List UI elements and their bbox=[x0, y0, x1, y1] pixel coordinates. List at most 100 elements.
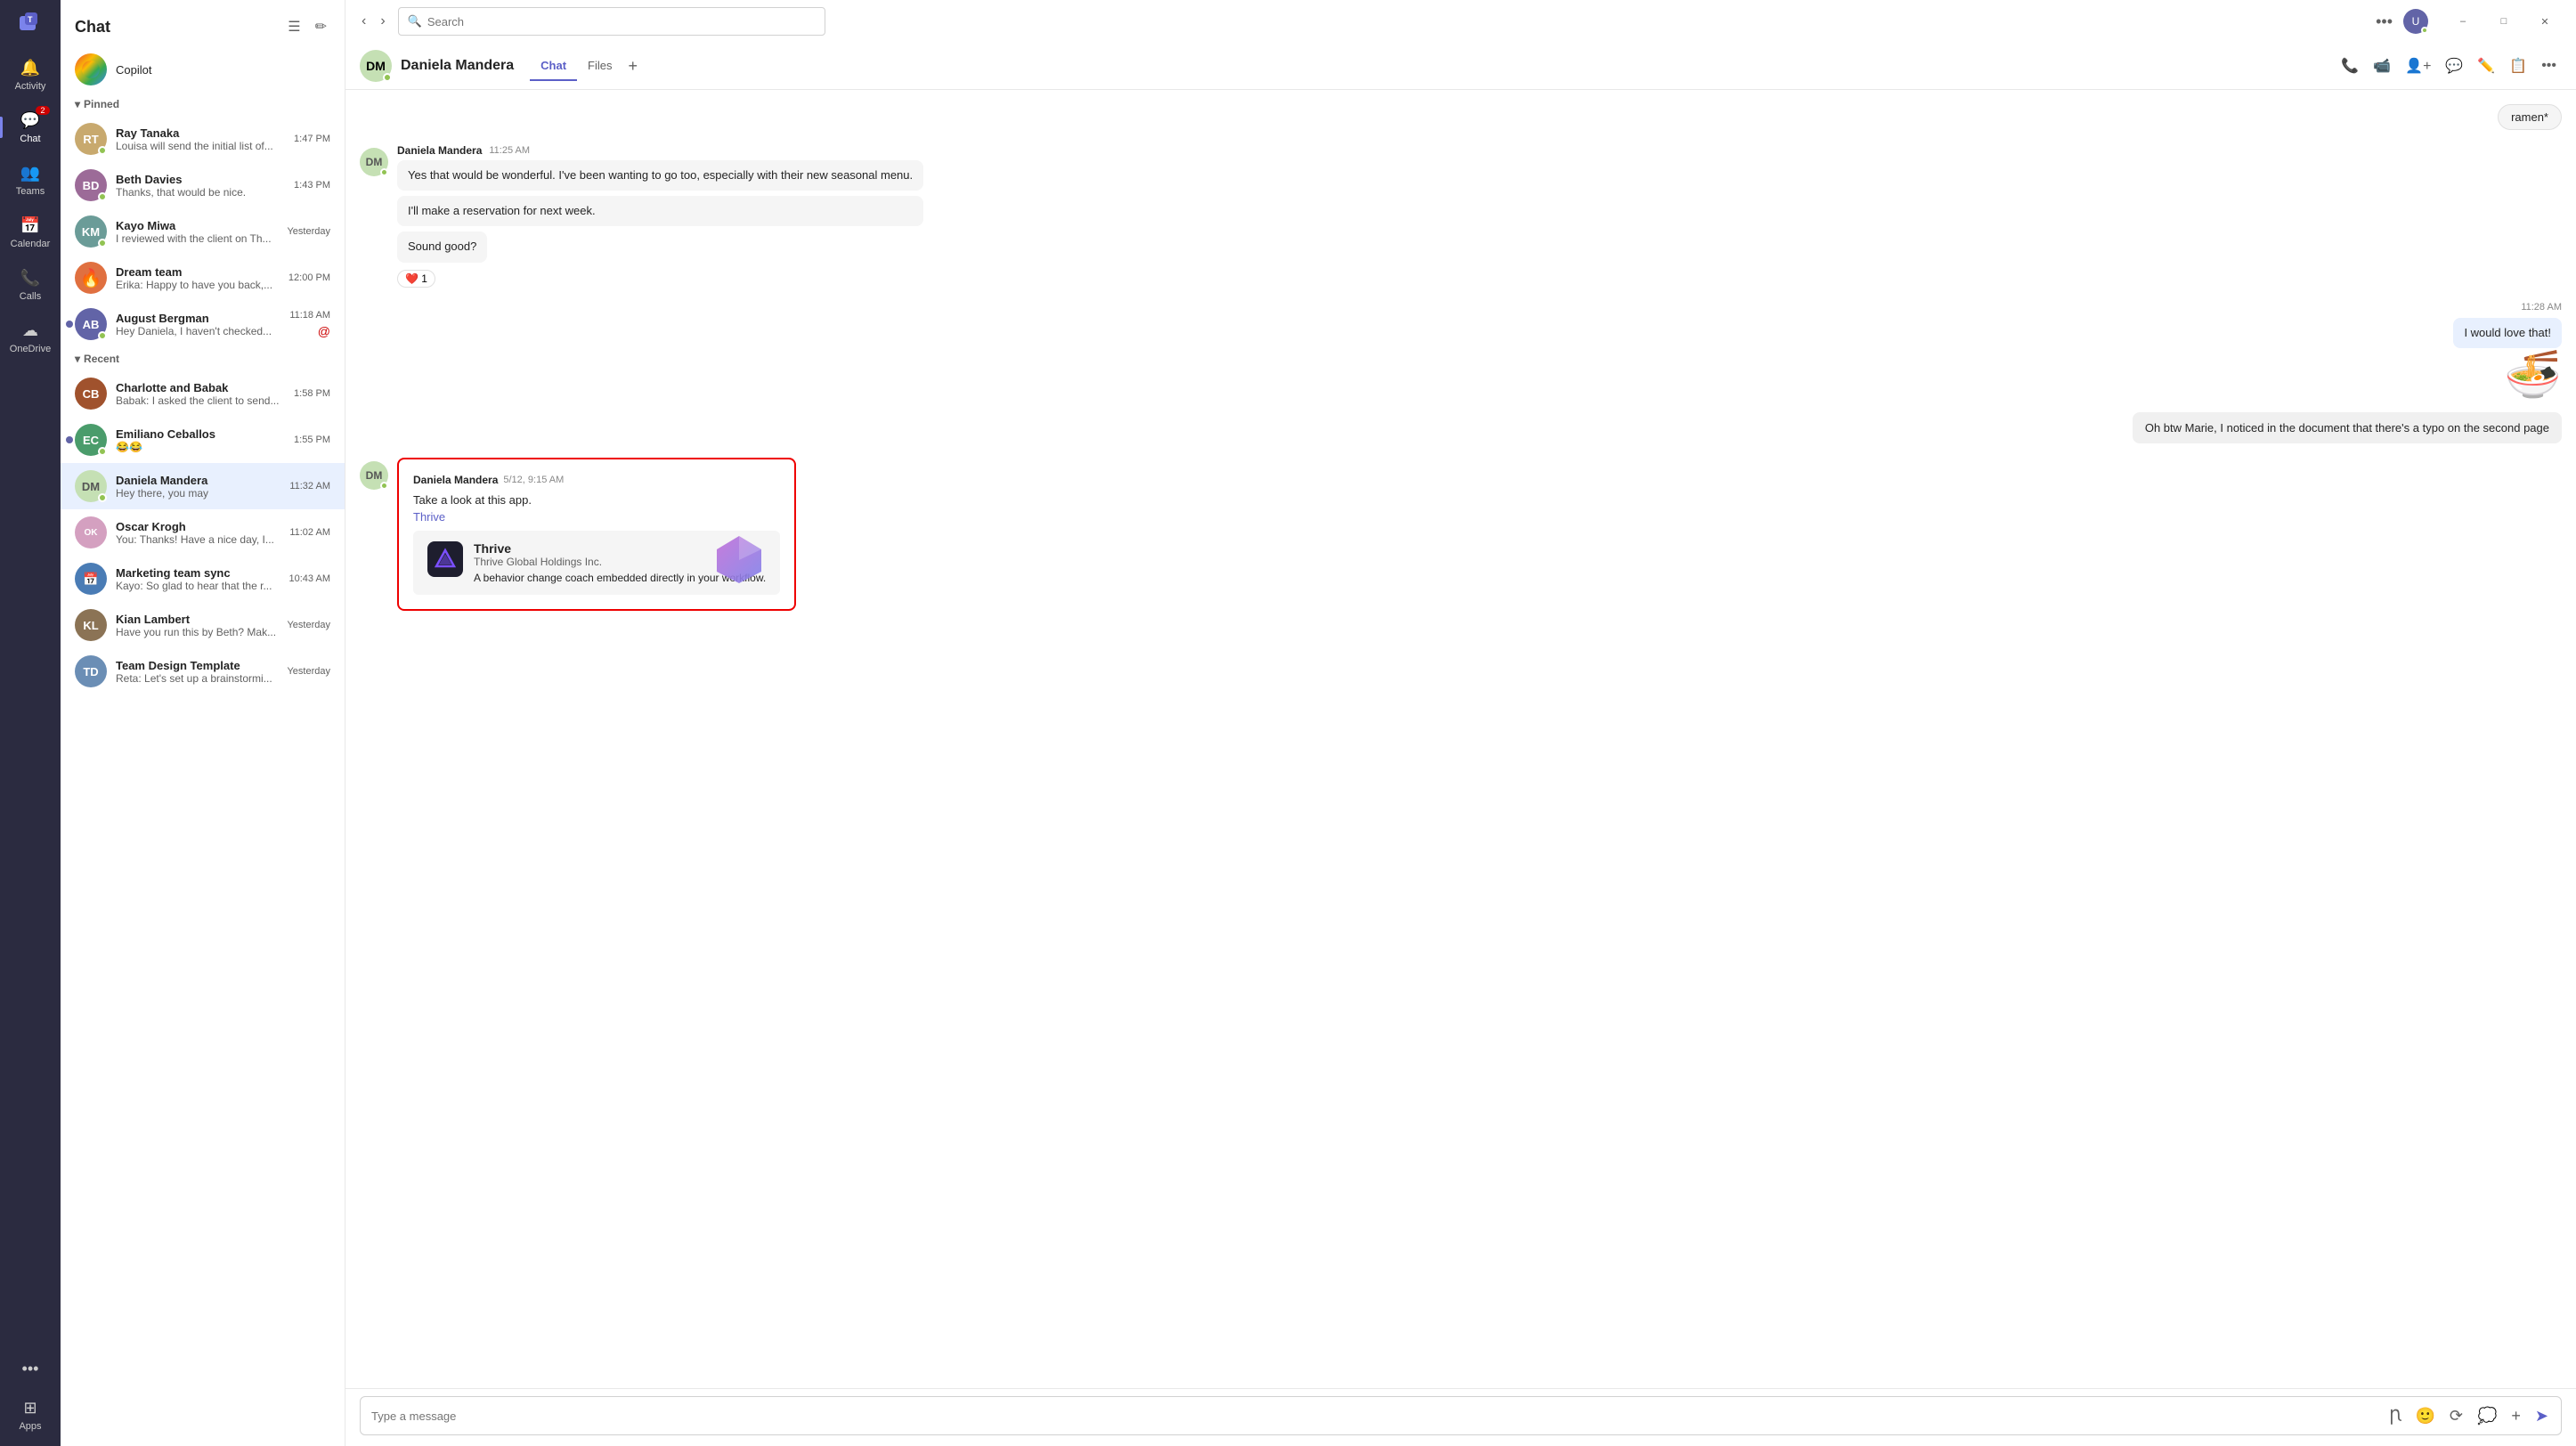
app-link[interactable]: Thrive bbox=[413, 510, 445, 524]
attach-button[interactable]: + bbox=[2506, 1401, 2526, 1431]
avatar-teamdesign: TD bbox=[75, 655, 107, 687]
chat-item-kian[interactable]: KL Kian Lambert Have you run this by Bet… bbox=[61, 602, 345, 648]
avatar-dream: 🔥 bbox=[75, 262, 107, 294]
activity-icon: 🔔 bbox=[20, 57, 41, 78]
more-header-button[interactable]: ••• bbox=[2536, 52, 2562, 80]
bubble-dm1-2: I'll make a reservation for next week. bbox=[397, 196, 923, 226]
chat-item-ray[interactable]: RT Ray Tanaka Louisa will send the initi… bbox=[61, 116, 345, 162]
contact-status-dot bbox=[383, 73, 392, 82]
more-options-button[interactable]: ••• bbox=[2372, 9, 2396, 35]
chat-item-emiliano[interactable]: EC Emiliano Ceballos 😂😂 1:55 PM bbox=[61, 417, 345, 463]
new-chat-button[interactable]: ✏ bbox=[312, 14, 330, 39]
status-online-aug bbox=[98, 331, 107, 340]
nav-label-apps: Apps bbox=[19, 1421, 41, 1432]
chat-item-marketing[interactable]: 📅 Marketing team sync Kayo: So glad to h… bbox=[61, 556, 345, 602]
sidebar: Chat ☰ ✏ Copilot ▾ Pi bbox=[61, 0, 345, 1446]
pinned-label: Pinned bbox=[84, 98, 119, 110]
recent-label: Recent bbox=[84, 353, 119, 365]
nav-item-more[interactable]: ••• bbox=[0, 1351, 61, 1386]
chat-name-dream: Dream team bbox=[116, 265, 280, 279]
chat-item-dream[interactable]: 🔥 Dream team Erika: Happy to have you ba… bbox=[61, 255, 345, 301]
app-card-sender: Daniela Mandera bbox=[413, 474, 498, 486]
loop-button[interactable]: ⟳ bbox=[2444, 1401, 2468, 1431]
search-input[interactable] bbox=[427, 15, 816, 28]
pinned-section[interactable]: ▾ Pinned bbox=[61, 93, 345, 116]
sticker-button[interactable]: 💭 bbox=[2472, 1401, 2502, 1431]
chat-info-teamdesign: Team Design Template Reta: Let's set up … bbox=[116, 659, 278, 685]
chat-time-kayo: Yesterday bbox=[287, 226, 330, 237]
sidebar-header: Chat ☰ ✏ bbox=[61, 0, 345, 46]
message-row-dm1: DM Daniela Mandera 11:25 AM Yes that wou… bbox=[360, 144, 2562, 288]
suggestion-area: ramen* bbox=[360, 104, 2562, 130]
add-tab-button[interactable]: + bbox=[623, 52, 644, 81]
chat-item-kayo[interactable]: KM Kayo Miwa I reviewed with the client … bbox=[61, 208, 345, 255]
chat-name-oscar: Oscar Krogh bbox=[116, 520, 280, 533]
message-group-daniela-1: DM Daniela Mandera 11:25 AM Yes that wou… bbox=[360, 144, 2562, 288]
chat-name-aug: August Bergman bbox=[116, 312, 280, 325]
avatar-kian: KL bbox=[75, 609, 107, 641]
chat-meta-kayo: Yesterday bbox=[287, 226, 330, 237]
status-online-daniela bbox=[98, 493, 107, 502]
copilot-item[interactable]: Copilot bbox=[61, 46, 345, 93]
message-row-dm4: DM Daniela Mandera 5/12, 9:15 AM Take a … bbox=[360, 458, 2562, 611]
nav-item-chat[interactable]: 💬 2 Chat bbox=[0, 102, 61, 151]
user-status-dot bbox=[2421, 27, 2428, 34]
forward-button[interactable]: › bbox=[375, 8, 390, 35]
chat-name-ray: Ray Tanaka bbox=[116, 126, 285, 140]
chat-name-kian: Kian Lambert bbox=[116, 613, 278, 626]
nav-label-onedrive: OneDrive bbox=[10, 344, 51, 354]
teams-icon: 👥 bbox=[20, 162, 41, 183]
search-bar[interactable]: 🔍 bbox=[398, 7, 825, 36]
compose-input[interactable] bbox=[368, 1401, 2380, 1432]
chat-item-teamdesign[interactable]: TD Team Design Template Reta: Let's set … bbox=[61, 648, 345, 695]
maximize-button[interactable]: □ bbox=[2483, 7, 2524, 36]
search-icon: 🔍 bbox=[408, 14, 422, 28]
send-button[interactable]: ➤ bbox=[2530, 1401, 2554, 1431]
main-area: ‹ › 🔍 ••• U – □ ✕ DM Daniela Mandera Cha… bbox=[345, 0, 2576, 1446]
reaction-dm1[interactable]: ❤️ 1 bbox=[397, 270, 435, 288]
nav-item-calls[interactable]: 📞 Calls bbox=[0, 260, 61, 309]
emoji-button[interactable]: 🙂 bbox=[2409, 1401, 2440, 1431]
user-avatar[interactable]: U bbox=[2403, 9, 2428, 34]
minimize-button[interactable]: – bbox=[2442, 7, 2483, 36]
chat-info-beth: Beth Davies Thanks, that would be nice. bbox=[116, 173, 285, 199]
avatar-marketing: 📅 bbox=[75, 563, 107, 595]
suggestion-pill[interactable]: ramen* bbox=[2498, 104, 2562, 130]
notes-button[interactable]: 📋 bbox=[2504, 52, 2532, 80]
video-call-button[interactable]: 📹 bbox=[2368, 52, 2396, 80]
chat-header-actions: 📞 📹 👤+ 💬 ✏️ 📋 ••• bbox=[2336, 52, 2562, 80]
app-card-message: Daniela Mandera 5/12, 9:15 AM Take a loo… bbox=[397, 458, 796, 611]
nav-item-apps[interactable]: ⊞ Apps bbox=[0, 1390, 61, 1439]
recent-section[interactable]: ▾ Recent bbox=[61, 347, 345, 370]
chat-item-aug[interactable]: AB August Bergman Hey Daniela, I haven't… bbox=[61, 301, 345, 347]
nav-item-activity[interactable]: 🔔 Activity bbox=[0, 50, 61, 99]
copilot-icon bbox=[75, 53, 107, 85]
chat-history-button[interactable]: 💬 bbox=[2440, 52, 2468, 80]
chat-meta-kian: Yesterday bbox=[287, 620, 330, 630]
filter-button[interactable]: ☰ bbox=[284, 14, 304, 39]
nav-item-teams[interactable]: 👥 Teams bbox=[0, 155, 61, 204]
app-card-time: 5/12, 9:15 AM bbox=[503, 475, 564, 485]
chat-item-beth[interactable]: BD Beth Davies Thanks, that would be nic… bbox=[61, 162, 345, 208]
nav-item-calendar[interactable]: 📅 Calendar bbox=[0, 207, 61, 256]
add-people-button[interactable]: 👤+ bbox=[2400, 52, 2436, 80]
tab-files[interactable]: Files bbox=[577, 52, 622, 81]
more-icon: ••• bbox=[20, 1358, 41, 1379]
msg-avatar-dm1: DM bbox=[360, 148, 388, 176]
chat-item-charlotte[interactable]: CB Charlotte and Babak Babak: I asked th… bbox=[61, 370, 345, 417]
nav-item-onedrive[interactable]: ☁ OneDrive bbox=[0, 313, 61, 362]
back-button[interactable]: ‹ bbox=[356, 8, 371, 35]
chat-meta-beth: 1:43 PM bbox=[294, 180, 330, 191]
sidebar-actions: ☰ ✏ bbox=[284, 14, 330, 39]
call-button[interactable]: 📞 bbox=[2336, 52, 2364, 80]
whiteboard-button[interactable]: ✏️ bbox=[2472, 52, 2500, 80]
avatar-charlotte: CB bbox=[75, 378, 107, 410]
format-button[interactable]: Ꞃ bbox=[2384, 1401, 2406, 1431]
chat-info-dream: Dream team Erika: Happy to have you back… bbox=[116, 265, 280, 291]
tab-chat[interactable]: Chat bbox=[530, 52, 577, 81]
sidebar-title: Chat bbox=[75, 18, 110, 37]
bubble-dm1-3: Sound good? bbox=[397, 232, 487, 262]
chat-item-daniela[interactable]: DM Daniela Mandera Hey there, you may 11… bbox=[61, 463, 345, 509]
close-button[interactable]: ✕ bbox=[2524, 7, 2565, 36]
chat-item-oscar[interactable]: OK Oscar Krogh You: Thanks! Have a nice … bbox=[61, 509, 345, 556]
